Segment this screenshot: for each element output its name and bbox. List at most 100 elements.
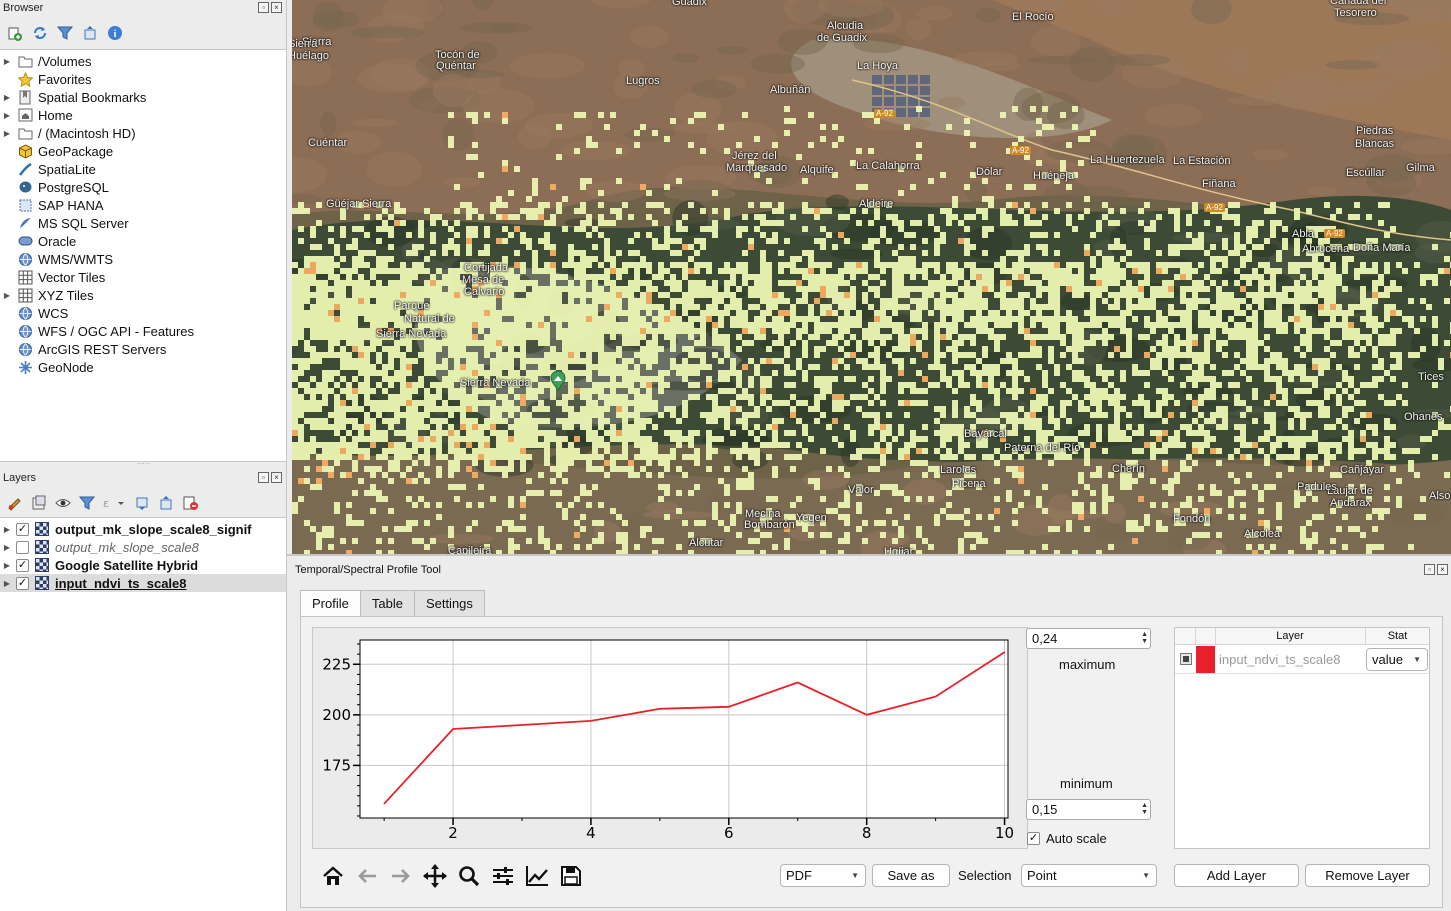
layer-visibility-checkbox[interactable]: ✓ (16, 522, 29, 536)
layer-item[interactable]: ▶ ✓ Google Satellite Hybrid (0, 556, 286, 574)
spin-arrows-icon[interactable]: ▲ ▼ (1141, 802, 1148, 816)
expand-arrow-icon[interactable]: ▶ (0, 111, 14, 120)
map-place-label: Sierra Nevada (460, 377, 531, 389)
style-icon[interactable] (6, 495, 23, 512)
back-arrow-icon[interactable] (355, 864, 379, 888)
add-layer-button[interactable]: Add Layer (1174, 864, 1299, 887)
stat-select[interactable]: value ▼ (1366, 648, 1428, 671)
expand-all-icon[interactable] (133, 495, 150, 512)
checkbox-icon[interactable]: ✓ (1027, 832, 1040, 845)
expand-arrow-icon[interactable]: ▶ (0, 561, 14, 570)
browser-item-sap-hana[interactable]: SAP HANA (0, 196, 286, 214)
close-icon[interactable]: × (1437, 564, 1448, 575)
export-format-select[interactable]: PDF ▼ (780, 864, 866, 887)
forward-arrow-icon[interactable] (389, 864, 413, 888)
browser-item-wfs-ogc-api-features[interactable]: WFS / OGC API - Features (0, 322, 286, 340)
expand-arrow-icon[interactable]: ▶ (0, 291, 14, 300)
save-figure-icon[interactable] (559, 864, 583, 888)
road-shield: A-92 (874, 109, 895, 118)
data-point (659, 708, 661, 710)
map-pin-icon[interactable] (550, 371, 566, 391)
column-header-stat[interactable]: Stat (1366, 630, 1429, 642)
layer-visibility-checkbox[interactable]: ✓ (16, 558, 29, 572)
map-place-label: Abla (1292, 228, 1315, 240)
browser-item-label: GeoNode (38, 359, 94, 375)
refresh-icon[interactable] (31, 25, 48, 42)
browser-item-wms-wmts[interactable]: WMS/WMTS (0, 250, 286, 268)
browser-item-arcgis-rest-servers[interactable]: ArcGIS REST Servers (0, 340, 286, 358)
expression-filter-icon[interactable]: ε (102, 495, 126, 512)
save-as-button[interactable]: Save as (872, 864, 950, 887)
zoom-icon[interactable] (457, 864, 481, 888)
browser-item-favorites[interactable]: Favorites (0, 70, 286, 88)
browser-item-ms-sql-server[interactable]: MS SQL Server (0, 214, 286, 232)
map-place-label: Cortijada (464, 262, 509, 274)
layer-visibility-checkbox[interactable]: ✓ (16, 576, 29, 590)
globe-icon (17, 305, 33, 321)
collapse-all-icon[interactable] (157, 495, 174, 512)
selection-select[interactable]: Point ▼ (1021, 864, 1157, 887)
browser-item-home[interactable]: ▶ Home (0, 106, 286, 124)
browser-item-postgresql[interactable]: PostgreSQL (0, 178, 286, 196)
column-header-layer[interactable]: Layer (1215, 630, 1365, 642)
map-place-label: Piedras (1356, 125, 1394, 137)
row-toggle-checkbox[interactable] (1180, 653, 1192, 665)
expand-arrow-icon[interactable]: ▶ (0, 129, 14, 138)
layer-item[interactable]: ▶ ✓ output_mk_slope_scale8_signif (0, 520, 286, 538)
browser-item-volumes[interactable]: ▶ /Volumes (0, 52, 286, 70)
browser-item-oracle[interactable]: Oracle (0, 232, 286, 250)
raster-layer-icon (35, 576, 49, 590)
browser-item-macintosh-hd[interactable]: ▶ / (Macintosh HD) (0, 124, 286, 142)
minimum-spinbox[interactable]: 0,15 ▲ ▼ (1026, 799, 1151, 820)
filter-icon[interactable] (56, 25, 73, 42)
expand-arrow-icon[interactable]: ▶ (0, 57, 14, 66)
info-icon[interactable]: i (106, 25, 123, 42)
auto-scale-checkbox[interactable]: ✓ Auto scale (1027, 831, 1107, 846)
maximum-spinbox[interactable]: 0,24 ▲ ▼ (1026, 628, 1151, 649)
browser-item-wcs[interactable]: WCS (0, 304, 286, 322)
expand-arrow-icon[interactable]: ▶ (0, 93, 14, 102)
map-place-label: Huélago (292, 50, 329, 62)
expand-arrow-icon[interactable]: ▶ (0, 579, 14, 588)
dock-splitter[interactable]: ····· (0, 460, 287, 468)
collapse-all-icon[interactable] (81, 25, 98, 42)
expand-arrow-icon[interactable]: ▶ (0, 543, 14, 552)
close-icon[interactable]: × (271, 472, 282, 483)
expand-arrow-icon[interactable]: ▶ (0, 525, 14, 534)
add-layer-icon[interactable] (6, 25, 23, 42)
edit-curves-icon[interactable] (525, 864, 549, 888)
pan-icon[interactable] (423, 864, 447, 888)
layer-visibility-checkbox[interactable] (16, 540, 29, 554)
home-icon[interactable] (321, 864, 345, 888)
spin-arrows-icon[interactable]: ▲ ▼ (1141, 631, 1148, 645)
layer-table-row[interactable]: input_ndvi_ts_scale8 value ▼ (1175, 646, 1429, 674)
layer-item[interactable]: ▶ ✓ input_ndvi_ts_scale8 (0, 574, 286, 592)
close-icon[interactable]: × (271, 2, 282, 13)
undock-icon[interactable]: ▫ (1424, 564, 1435, 575)
map-place-label: Abrucena (1302, 243, 1350, 255)
tab-table[interactable]: Table (359, 590, 415, 616)
tab-settings[interactable]: Settings (413, 590, 485, 616)
add-group-icon[interactable] (30, 495, 47, 512)
configure-subplots-icon[interactable] (491, 864, 515, 888)
layer-item[interactable]: ▶ output_mk_slope_scale8 (0, 538, 286, 556)
layer-color-swatch[interactable] (1196, 646, 1215, 673)
browser-item-geonode[interactable]: GeoNode (0, 358, 286, 376)
browser-item-geopackage[interactable]: GeoPackage (0, 142, 286, 160)
map-place-label: Albuñán (770, 84, 811, 96)
undock-icon[interactable]: ▫ (258, 472, 269, 483)
filter-icon[interactable] (78, 495, 95, 512)
map-canvas[interactable]: Guadix El Rocío Cañada del Tesorero Alcudia d… (292, 0, 1451, 554)
remove-layer-icon[interactable] (181, 495, 198, 512)
browser-item-xyz-tiles[interactable]: ▶ XYZ Tiles (0, 286, 286, 304)
map-place-label: Güéjar Sierra (326, 198, 392, 210)
profile-chart[interactable]: 2 4 6 8 10 175 200 225 (313, 628, 1027, 848)
visibility-icon[interactable] (54, 495, 71, 512)
browser-item-spatial-bookmarks[interactable]: ▶ Spatial Bookmarks (0, 88, 286, 106)
tab-profile[interactable]: Profile (300, 590, 361, 617)
browser-item-vector-tiles[interactable]: Vector Tiles (0, 268, 286, 286)
x-tick-label: 2 (448, 824, 458, 842)
remove-layer-button[interactable]: Remove Layer (1305, 864, 1430, 887)
browser-item-spatialite[interactable]: SpatiaLite (0, 160, 286, 178)
undock-icon[interactable]: ▫ (258, 2, 269, 13)
